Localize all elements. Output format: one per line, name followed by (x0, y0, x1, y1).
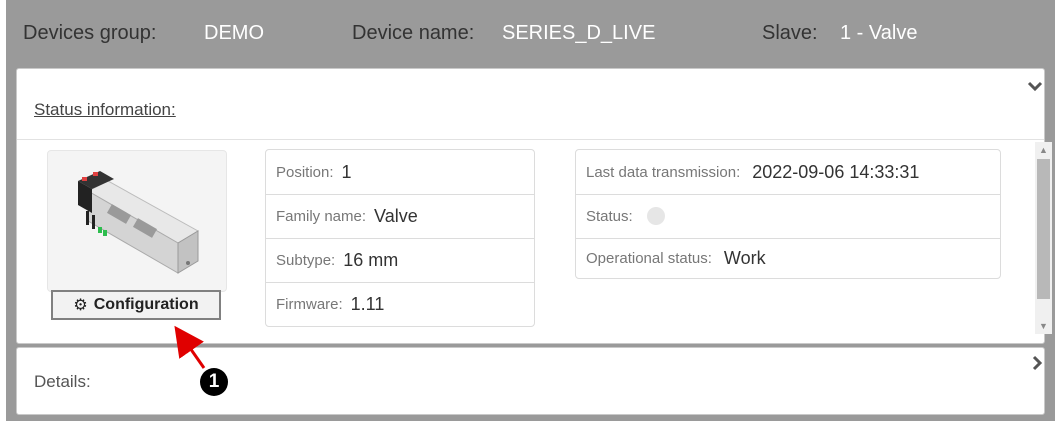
annotation-arrow (174, 325, 206, 369)
annotation-number-badge: 1 (200, 368, 228, 396)
